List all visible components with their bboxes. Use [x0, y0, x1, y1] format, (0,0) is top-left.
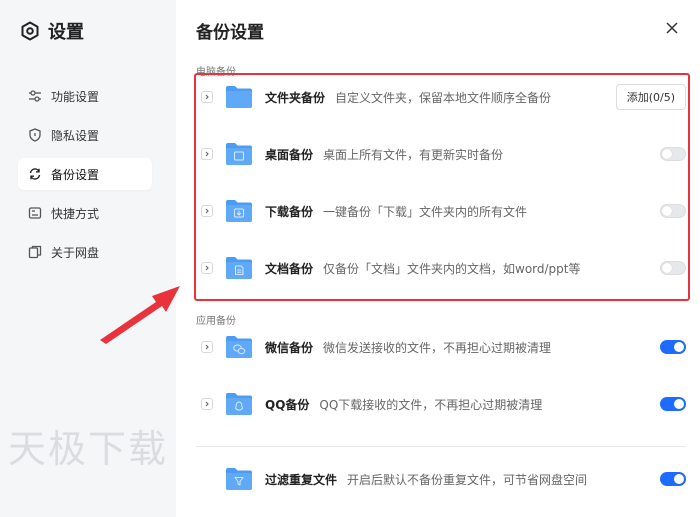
sidebar-item-label: 快捷方式 — [51, 206, 100, 221]
divider — [196, 446, 686, 447]
sidebar-item-privacy[interactable]: 隐私设置 — [18, 119, 152, 151]
document-backup-toggle[interactable] — [660, 261, 686, 275]
close-icon — [666, 19, 678, 38]
download-backup-toggle[interactable] — [660, 204, 686, 218]
qq-backup-toggle[interactable] — [660, 397, 686, 411]
folder-icon — [225, 335, 253, 359]
close-button[interactable] — [662, 18, 682, 38]
shortcut-icon — [28, 206, 42, 220]
expand-button[interactable] — [201, 148, 213, 160]
row-description: QQ下载接收的文件，不再担心过期被清理 — [319, 397, 543, 412]
row-title: 下载备份 — [265, 204, 314, 219]
sidebar-item-about[interactable]: 关于网盘 — [18, 236, 152, 268]
folder-icon — [225, 467, 253, 491]
row-title: 文件夹备份 — [265, 90, 326, 105]
list-item-download-backup: 下载备份 一键备份「下载」文件夹内的所有文件 — [196, 189, 686, 233]
app-title-text: 设置 — [48, 22, 84, 43]
sidebar: 设置 功能设置 隐私设置 备份设置 快捷方式 关于网盘 天极下载 — [0, 0, 176, 517]
sync-icon — [28, 167, 42, 181]
sidebar-item-label: 隐私设置 — [51, 128, 100, 143]
sidebar-item-shortcut[interactable]: 快捷方式 — [18, 197, 152, 229]
sidebar-item-label: 备份设置 — [51, 167, 100, 182]
list-item-wechat-backup: 微信备份 微信发送接收的文件，不再担心过期被清理 — [196, 325, 686, 369]
sidebar-item-label: 关于网盘 — [51, 245, 100, 260]
list-item-document-backup: 文档备份 仅备份「文档」文件夹内的文档，如word/ppt等 — [196, 246, 686, 290]
row-title: 文档备份 — [265, 261, 314, 276]
folder-icon — [225, 392, 253, 416]
expand-button[interactable] — [201, 205, 213, 217]
list-item-desktop-backup: 桌面备份 桌面上所有文件，有更新实时备份 — [196, 132, 686, 176]
sidebar-nav: 功能设置 隐私设置 备份设置 快捷方式 关于网盘 — [18, 80, 152, 275]
expand-button[interactable] — [201, 341, 213, 353]
expand-button[interactable] — [201, 91, 213, 103]
shield-icon — [28, 128, 42, 142]
page-title: 备份设置 — [196, 23, 264, 43]
expand-button[interactable] — [201, 398, 213, 410]
folder-icon — [225, 256, 253, 280]
expand-button[interactable] — [201, 262, 213, 274]
add-folder-button[interactable]: 添加(0/5) — [615, 84, 686, 110]
app-title: 设置 — [20, 18, 84, 44]
row-description: 微信发送接收的文件，不再担心过期被清理 — [323, 340, 552, 355]
row-title: QQ备份 — [265, 397, 310, 412]
row-description: 桌面上所有文件，有更新实时备份 — [323, 147, 504, 162]
about-icon — [28, 245, 42, 259]
filter-duplicates-toggle[interactable] — [660, 472, 686, 486]
row-title: 微信备份 — [265, 340, 314, 355]
list-item-filter-duplicates: 过滤重复文件 开启后默认不备份重复文件，可节省网盘空间 — [196, 457, 686, 501]
folder-icon — [225, 142, 253, 166]
row-description: 一键备份「下载」文件夹内的所有文件 — [323, 204, 528, 219]
wechat-backup-toggle[interactable] — [660, 340, 686, 354]
folder-icon — [225, 199, 253, 223]
list-item-qq-backup: QQ备份 QQ下载接收的文件，不再担心过期被清理 — [196, 382, 686, 426]
watermark: 天极下载 — [8, 427, 169, 471]
row-description: 自定义文件夹，保留本地文件顺序全备份 — [335, 90, 552, 105]
sidebar-item-label: 功能设置 — [51, 89, 100, 104]
sidebar-item-backup[interactable]: 备份设置 — [18, 158, 152, 190]
desktop-backup-toggle[interactable] — [660, 147, 686, 161]
list-item-folder-backup: 文件夹备份 自定义文件夹，保留本地文件顺序全备份 添加(0/5) — [196, 75, 686, 119]
row-description: 开启后默认不备份重复文件，可节省网盘空间 — [347, 472, 588, 487]
main-panel: 备份设置 电脑备份 文件夹备份 自定义文件夹，保留本地文件顺序全备份 添加(0/… — [176, 0, 700, 517]
row-title: 桌面备份 — [265, 147, 314, 162]
sliders-icon — [28, 89, 42, 103]
folder-icon — [225, 85, 253, 109]
row-description: 仅备份「文档」文件夹内的文档，如word/ppt等 — [323, 261, 581, 276]
hexagon-settings-icon — [20, 21, 40, 41]
row-title: 过滤重复文件 — [265, 472, 338, 487]
sidebar-item-function[interactable]: 功能设置 — [18, 80, 152, 112]
